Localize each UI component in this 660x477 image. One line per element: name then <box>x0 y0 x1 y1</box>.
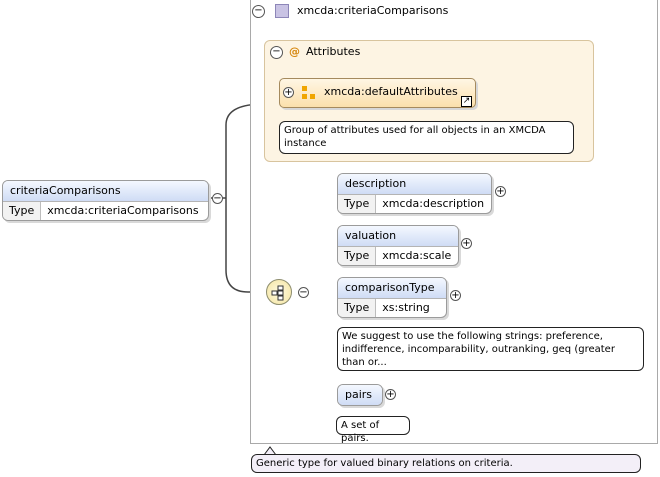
root-type-value: xmcda:criteriaComparisons <box>47 204 199 217</box>
attributes-note: Group of attributes used for all objects… <box>279 121 574 154</box>
element-valuation-type-key: Type <box>338 247 377 265</box>
complex-type-name: xmcda:criteriaComparisons <box>297 4 449 17</box>
link-arrow-icon[interactable]: ↗ <box>461 96 472 107</box>
element-description-type-value: xmcda:description <box>382 197 485 210</box>
description-expand-icon[interactable]: + <box>495 186 506 197</box>
at-icon: @ <box>289 45 300 58</box>
element-description[interactable]: description Type xmcda:description <box>337 173 492 214</box>
root-collapse-icon[interactable]: − <box>212 193 223 204</box>
root-element-name: criteriaComparisons <box>3 181 208 202</box>
complex-type-note: Generic type for valued binary relations… <box>251 454 641 473</box>
group-ref-name: xmcda:defaultAttributes <box>324 85 458 98</box>
valuation-expand-icon[interactable]: + <box>461 238 472 249</box>
type-collapse-icon[interactable]: − <box>252 4 265 18</box>
element-comparison-type-name: comparisonType <box>338 278 446 299</box>
element-valuation-type-value: xmcda:scale <box>382 249 452 262</box>
complex-type-header: − xmcda:criteriaComparisons <box>252 4 448 24</box>
element-description-name: description <box>338 174 491 195</box>
root-element[interactable]: criteriaComparisons Type xmcda:criteriaC… <box>2 180 209 221</box>
element-valuation-name: valuation <box>338 226 458 247</box>
attributes-title: Attributes <box>306 45 361 58</box>
attribute-group-icon <box>302 86 316 100</box>
pairs-note: A set of pairs. <box>336 416 410 444</box>
element-valuation[interactable]: valuation Type xmcda:scale <box>337 225 459 266</box>
comparison-type-expand-icon[interactable]: + <box>450 290 461 301</box>
root-type-key: Type <box>3 202 42 220</box>
element-comparison-type-type-key: Type <box>338 299 377 317</box>
element-comparison-type[interactable]: comparisonType Type xs:string <box>337 277 447 318</box>
complex-type-icon <box>275 4 289 18</box>
attributes-header: − @ Attributes <box>270 45 360 59</box>
comparison-type-note: We suggest to use the following strings:… <box>337 327 644 371</box>
group-expand-icon[interactable]: + <box>283 87 294 98</box>
element-pairs-name: pairs <box>338 385 382 405</box>
sequence-collapse-icon[interactable]: − <box>298 287 309 298</box>
sequence-compositor-icon[interactable] <box>266 279 292 305</box>
element-comparison-type-type-value: xs:string <box>382 301 430 314</box>
pairs-expand-icon[interactable]: + <box>385 389 396 400</box>
attributes-collapse-icon[interactable]: − <box>270 45 283 59</box>
element-pairs[interactable]: pairs <box>337 384 383 406</box>
element-description-type-key: Type <box>338 195 377 213</box>
